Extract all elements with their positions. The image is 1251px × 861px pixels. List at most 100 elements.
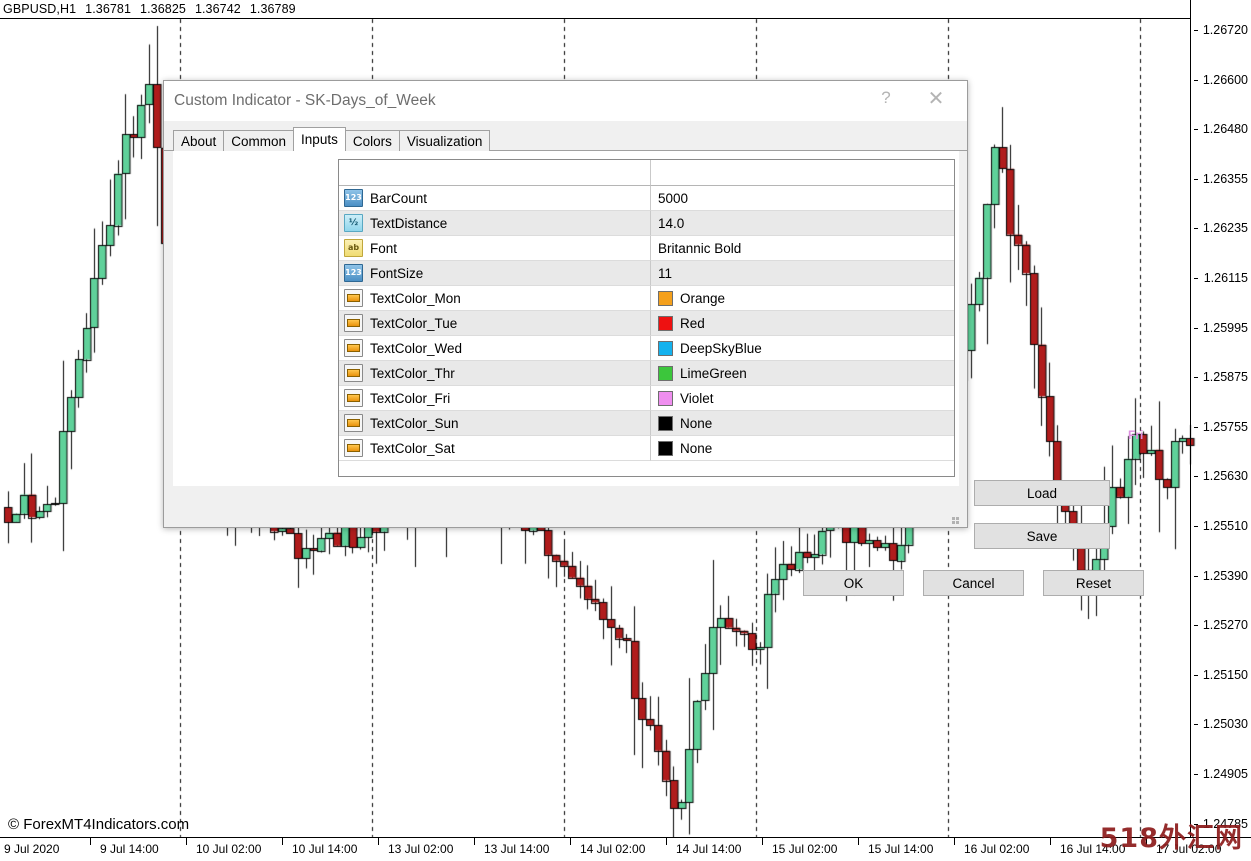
inputs-table[interactable]: 123 BarCount 5000 ½ TextDistance 14.0 ab Font Br… [338,159,955,477]
tab-about[interactable]: About [173,130,225,151]
time-label: 10 Jul 02:00 [196,842,262,856]
table-row[interactable]: 123 FontSize 11 [339,261,954,286]
close-icon[interactable]: ✕ [913,81,959,115]
integer-type-icon: 123 [344,189,363,207]
value-cell[interactable]: Red [651,311,954,336]
string-type-icon: ab [344,239,363,257]
price-tick [1194,178,1198,180]
integer-type-icon: 123 [344,264,363,282]
price-label: 1.25875 [1202,370,1248,385]
reset-button[interactable]: Reset [1043,570,1144,596]
chart-quote-close: 1.36789 [249,2,296,16]
price-label: 1.25030 [1202,717,1248,732]
variable-name: TextColor_Wed [370,340,463,356]
tab-colors[interactable]: Colors [344,130,400,151]
ok-button[interactable]: OK [803,570,904,596]
value-cell[interactable]: Orange [651,286,954,311]
load-button[interactable]: Load [974,480,1110,506]
variable-cell: ½ TextDistance [339,211,651,236]
time-label: 9 Jul 14:00 [100,842,159,856]
color-type-icon [344,439,363,457]
price-label: 1.26600 [1202,72,1248,87]
price-scale[interactable]: 1.26720 1.26600 1.26480 1.26355 1.26235 1.261… [1191,0,1251,838]
price-label: 1.24905 [1202,767,1248,781]
tab-inputs[interactable]: Inputs [293,127,346,152]
value-text: LimeGreen [680,365,747,381]
chart-symbol-label: GBPUSD,H1 [3,2,77,16]
table-row[interactable]: TextColor_Mon Orange [339,286,954,311]
value-cell[interactable]: None [651,436,954,461]
variable-name: Font [370,240,398,256]
variable-cell: TextColor_Sun [339,411,651,436]
cancel-button[interactable]: Cancel [923,570,1024,596]
column-header-variable [339,160,651,186]
value-cell[interactable]: DeepSkyBlue [651,336,954,361]
value-cell[interactable]: 11 [651,261,954,286]
value-text: 14.0 [658,215,685,231]
dialog-title: Custom Indicator - SK-Days_of_Week [174,92,436,109]
dialog-footer-buttons[interactable]: OK Cancel Reset [803,570,1144,596]
color-swatch [658,340,673,356]
variable-name: TextColor_Thr [370,365,455,381]
table-row[interactable]: TextColor_Sat None [339,436,954,461]
dialog-tabs[interactable]: About Common Inputs Colors Visualization [163,127,969,152]
color-type-icon [344,389,363,407]
price-tick [1194,674,1198,676]
price-tick [1194,774,1198,775]
variable-cell: TextColor_Fri [339,386,651,411]
chart-quote-header: GBPUSD,H1 1.36781 1.36825 1.36742 1.36789 [3,2,296,16]
value-text: 11 [658,265,673,281]
value-cell[interactable]: Britannic Bold [651,236,954,261]
value-text: None [680,415,713,431]
site-watermark: 518外汇网 [1099,823,1243,854]
table-row[interactable]: TextColor_Fri Violet [339,386,954,411]
price-label: 1.25270 [1202,618,1248,633]
time-label: 15 Jul 02:00 [772,842,838,856]
table-row[interactable]: TextColor_Thr LimeGreen [339,361,954,386]
time-tick [378,838,379,845]
time-tick [858,838,859,845]
time-scale[interactable]: 9 Jul 2020 9 Jul 14:00 10 Jul 02:00 10 Jul … [0,837,1251,861]
table-row[interactable]: 123 BarCount 5000 [339,186,954,211]
variable-name: TextDistance [370,215,448,231]
variable-name: TextColor_Fri [370,390,451,406]
variable-cell: TextColor_Tue [339,311,651,336]
table-row[interactable]: TextColor_Sun None [339,411,954,436]
table-row[interactable]: ab Font Britannic Bold [339,236,954,261]
value-cell[interactable]: Violet [651,386,954,411]
value-cell[interactable]: 14.0 [651,211,954,236]
tab-visualization[interactable]: Visualization [398,130,491,151]
variable-cell: TextColor_Mon [339,286,651,311]
value-cell[interactable]: None [651,411,954,436]
preset-buttons[interactable]: Load Save [974,480,1110,549]
time-tick [186,838,187,845]
value-text: 5000 [658,190,689,206]
price-tick [1194,278,1198,279]
table-header-row [339,160,954,186]
time-tick [666,838,667,845]
dialog-titlebar[interactable]: Custom Indicator - SK-Days_of_Week ? ✕ [164,81,967,121]
price-tick [1194,30,1198,31]
price-label: 1.25510 [1202,519,1248,533]
time-label: 13 Jul 02:00 [388,842,454,856]
color-type-icon [344,289,363,307]
table-row[interactable]: TextColor_Wed DeepSkyBlue [339,336,954,361]
price-tick [1194,377,1198,379]
table-row[interactable]: TextColor_Tue Red [339,311,954,336]
double-type-icon: ½ [344,214,363,232]
table-row[interactable]: ½ TextDistance 14.0 [339,211,954,236]
price-label: 1.26480 [1202,122,1248,137]
tab-common[interactable]: Common [223,130,295,151]
save-button[interactable]: Save [974,523,1110,549]
time-tick [762,838,763,845]
value-cell[interactable]: LimeGreen [651,361,954,386]
custom-indicator-dialog[interactable]: Custom Indicator - SK-Days_of_Week ? ✕ A… [163,80,1144,596]
help-icon[interactable]: ? [863,81,909,115]
color-swatch [658,315,673,331]
color-swatch [658,365,673,381]
resize-grip[interactable] [952,513,963,524]
value-cell[interactable]: 5000 [651,186,954,211]
value-text: Violet [680,390,714,406]
color-type-icon [344,339,363,357]
variable-cell: ab Font [339,236,651,261]
